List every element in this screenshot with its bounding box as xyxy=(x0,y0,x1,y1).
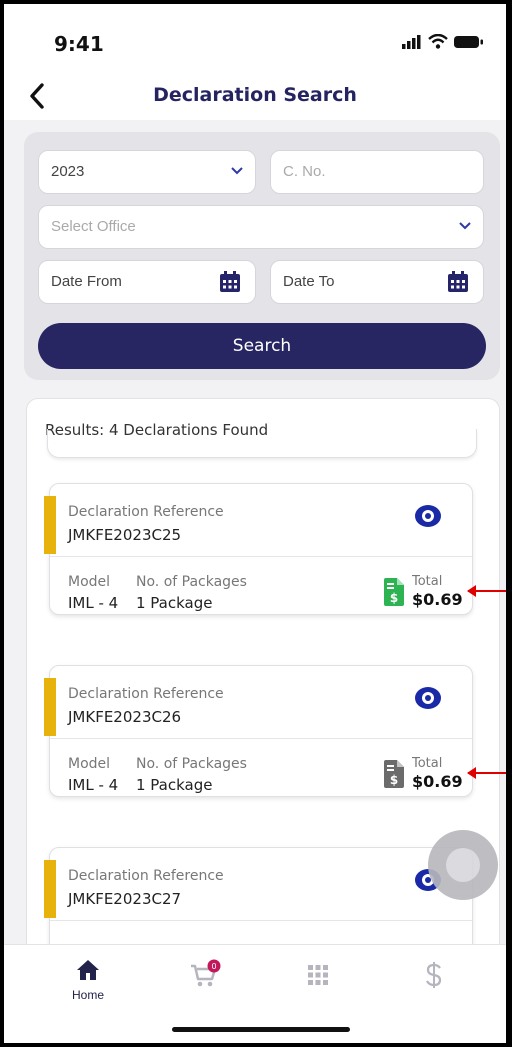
battery-icon xyxy=(454,35,483,48)
cart-icon: 0 xyxy=(191,959,221,987)
total-value: $0.69 xyxy=(412,772,463,791)
previous-card-stub xyxy=(47,429,477,458)
total-label: Total xyxy=(412,574,443,589)
ref-label: Declaration Reference xyxy=(68,868,224,884)
home-indicator xyxy=(172,1027,350,1032)
date-to-input[interactable]: Date To xyxy=(270,260,484,304)
ref-value: JMKFE2023C26 xyxy=(68,708,182,726)
eye-icon[interactable] xyxy=(414,686,442,710)
svg-text:$: $ xyxy=(390,591,398,605)
dollar-icon xyxy=(426,962,442,988)
cno-input[interactable]: C. No. xyxy=(270,150,484,194)
packages-label: No. of Packages xyxy=(136,756,247,772)
svg-text:$: $ xyxy=(390,773,398,787)
ref-value: JMKFE2023C25 xyxy=(68,526,182,544)
model-label: Model xyxy=(68,574,111,590)
chevron-down-icon xyxy=(459,222,471,230)
invoice-icon: $ xyxy=(384,760,404,788)
ref-label: Declaration Reference xyxy=(68,686,224,702)
status-bar: 9:41 xyxy=(4,4,506,74)
total-value: $0.69 xyxy=(412,590,463,609)
declaration-card[interactable]: Declaration Reference JMKFE2023C26 Model… xyxy=(44,665,473,797)
office-placeholder: Select Office xyxy=(51,218,136,235)
divider xyxy=(50,738,472,739)
cno-placeholder: C. No. xyxy=(283,163,326,180)
ref-label: Declaration Reference xyxy=(68,504,224,520)
divider xyxy=(50,556,472,557)
model-value: IML - 4 xyxy=(68,776,119,794)
calendar-icon[interactable] xyxy=(447,271,469,293)
cart-badge-count: 0 xyxy=(211,962,216,971)
calendar-icon[interactable] xyxy=(219,271,241,293)
home-icon xyxy=(77,960,99,980)
wifi-icon xyxy=(428,34,448,49)
total-label: Total xyxy=(412,756,443,771)
ref-value: JMKFE2023C27 xyxy=(68,890,182,908)
packages-value: 1 Package xyxy=(136,776,213,794)
status-icons xyxy=(402,34,484,49)
search-panel: 2023 C. No. Select Office Date From Date… xyxy=(24,132,500,380)
office-select[interactable]: Select Office xyxy=(38,205,484,249)
date-from-label: Date From xyxy=(51,273,122,290)
clock: 9:41 xyxy=(54,32,104,56)
accent-bar xyxy=(44,496,56,554)
tab-home[interactable]: Home xyxy=(58,959,118,1002)
date-to-label: Date To xyxy=(283,273,335,290)
model-label: Model xyxy=(68,756,111,772)
date-from-input[interactable]: Date From xyxy=(38,260,256,304)
divider xyxy=(50,920,472,921)
tab-home-label: Home xyxy=(71,988,104,1002)
eye-icon[interactable] xyxy=(414,504,442,528)
accent-bar xyxy=(44,860,56,918)
tab-payments[interactable] xyxy=(404,959,464,994)
signal-icon xyxy=(402,34,421,49)
grid-icon xyxy=(308,965,328,985)
tab-apps[interactable] xyxy=(288,959,348,992)
tab-cart[interactable]: 0 xyxy=(176,959,236,994)
app-header: Declaration Search xyxy=(4,74,506,120)
packages-value: 1 Package xyxy=(136,594,213,612)
search-button[interactable]: Search xyxy=(38,323,486,369)
phone-screen: 9:41 Declaration Search 2023 C. No. Sele… xyxy=(4,4,506,1043)
accent-bar xyxy=(44,678,56,736)
invoice-icon: $ xyxy=(384,578,404,606)
declaration-card[interactable]: Declaration Reference JMKFE2023C25 Model… xyxy=(44,483,473,615)
annotation-arrow xyxy=(467,585,506,597)
year-value: 2023 xyxy=(51,163,85,180)
year-select[interactable]: 2023 xyxy=(38,150,256,194)
annotation-arrow xyxy=(467,767,506,779)
model-value: IML - 4 xyxy=(68,594,119,612)
page-title: Declaration Search xyxy=(153,84,357,106)
packages-label: No. of Packages xyxy=(136,574,247,590)
chevron-down-icon xyxy=(231,167,243,175)
assistive-touch-button[interactable] xyxy=(428,830,498,900)
